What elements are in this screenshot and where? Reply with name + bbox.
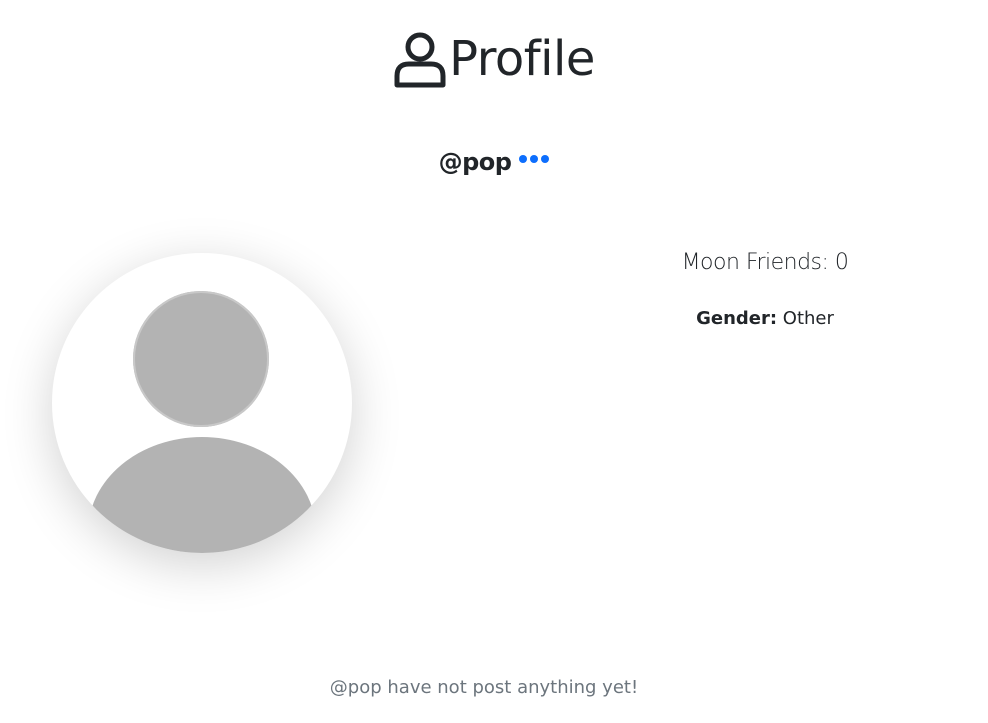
moon-friends-count[interactable]: Moon Friends: 0 [640, 250, 890, 275]
more-dots-icon[interactable] [519, 149, 550, 169]
avatar-head [133, 291, 269, 427]
more-dot [519, 155, 528, 163]
page-title: Profile [449, 31, 595, 87]
avatar-body [88, 437, 316, 553]
profile-page: Profile @pop Moon Friends: 0 Gender: Oth… [0, 0, 988, 723]
page-header: Profile [0, 30, 988, 88]
profile-handle: @pop [438, 148, 512, 176]
user-outline-icon [394, 32, 446, 88]
gender-value: Other [782, 308, 834, 329]
more-dot [530, 155, 539, 163]
empty-posts-message: @pop have not post anything yet! [329, 677, 639, 698]
profile-handle-row: @pop [0, 148, 988, 176]
gender-info: Gender: Other [640, 308, 890, 329]
default-avatar-icon [52, 253, 352, 553]
more-dot [541, 155, 550, 163]
gender-label: Gender: [696, 308, 778, 329]
